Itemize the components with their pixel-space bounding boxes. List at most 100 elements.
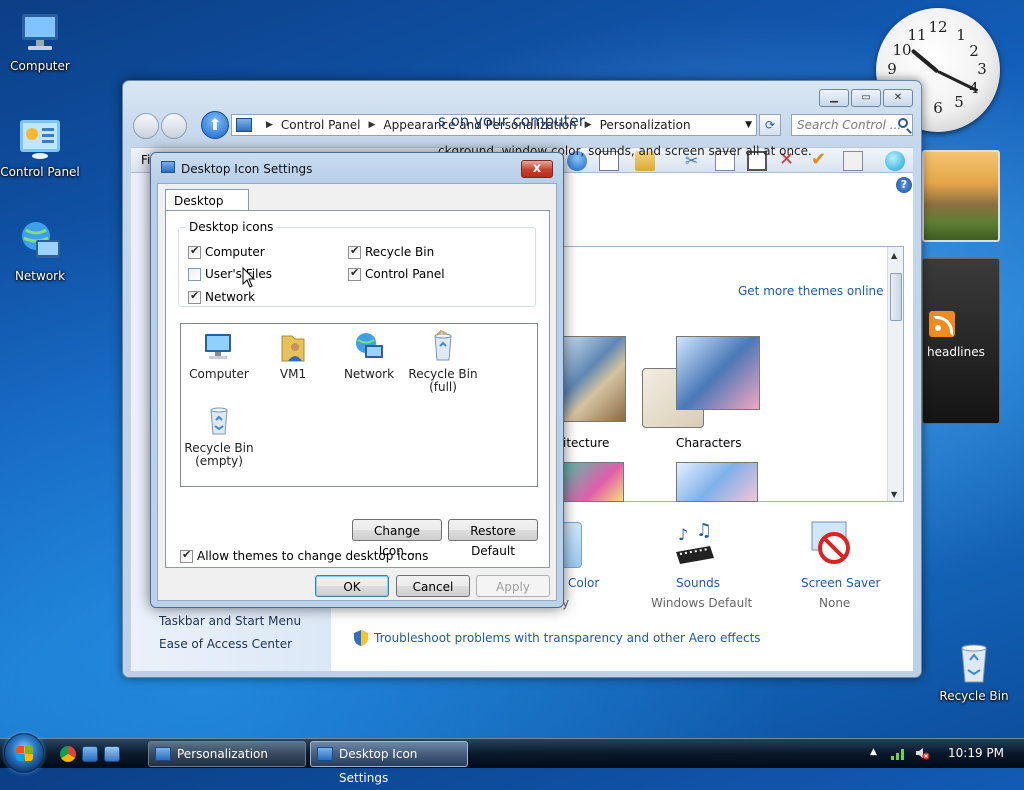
feed-label: headlines [927,345,985,359]
icon-item-label: Recycle Bin [184,441,254,455]
checkbox-unchecked-icon[interactable] [188,267,201,281]
desktop-icon-control-panel[interactable]: Control Panel [0,114,80,179]
clock-number: 2 [969,42,979,60]
switch-windows-icon[interactable] [104,746,120,762]
checkbox-checked-icon[interactable] [180,548,193,563]
theme-thumbnail[interactable] [676,462,758,502]
task-label: Personalization [177,747,268,761]
icon-item-sublabel: (full) [429,380,457,394]
checkbox-checked-icon[interactable] [188,289,201,304]
task-personalization[interactable]: Personalization [148,741,306,767]
dialog-close-button[interactable]: x [521,160,553,178]
checkbox-users-files[interactable]: User's Files [188,267,272,281]
chevron-right-icon: ▶ [266,120,273,130]
clock-number: 9 [887,60,897,78]
screen-saver-label[interactable]: Screen Saver [801,576,880,590]
checkbox-network[interactable]: Network [188,289,255,304]
task-desktop-icon-settings[interactable]: Desktop Icon Settings [310,741,468,785]
volume-muted-icon[interactable] [914,745,930,761]
network-icon [16,218,64,266]
desktop-icon-computer[interactable]: Computer [0,8,80,73]
maximize-button[interactable]: ▭ [851,89,881,107]
control-panel-small-icon [236,118,252,132]
icon-item-label: Network [343,367,395,381]
checkbox-checked-icon[interactable] [348,244,361,259]
close-button[interactable]: ✕ [883,89,913,107]
theme-thumbnail[interactable] [562,462,624,502]
color-label[interactable]: Color [568,576,599,590]
globe-icon[interactable] [885,151,905,171]
window-color-item[interactable] [564,522,582,568]
checkbox-checked-icon[interactable] [348,266,361,281]
search-icon[interactable] [898,118,908,128]
scroll-up-icon[interactable]: ▲ [891,251,897,260]
control-panel-icon [16,114,64,162]
icon-list[interactable]: Computer VM1 Network Recycle Bin (full) … [180,323,538,487]
apply-button[interactable]: Apply [476,575,550,597]
help-icon[interactable]: ? [896,177,912,193]
breadcrumb-control-panel[interactable]: Control Panel [281,118,361,132]
network-signal-icon[interactable] [890,745,906,761]
desktop-icon-network[interactable]: Network [0,218,80,283]
show-desktop-icon[interactable] [82,746,98,762]
feed-headlines-gadget[interactable]: headlines [922,258,1000,424]
back-button[interactable] [133,113,159,139]
icon-item-recycle-bin-empty[interactable]: Recycle Bin (empty) [181,404,257,468]
scrollbar[interactable]: ▲ ▼ [887,247,903,501]
checkbox-recycle-bin[interactable]: Recycle Bin [348,244,434,259]
checkbox-label: Computer [205,245,265,259]
taskbar: Personalization Desktop Icon Settings ▲ … [0,733,1024,785]
icon-item-network[interactable]: Network [331,330,407,381]
screen-saver-icon [808,520,858,570]
dialog-body: Desktop Icons Desktop icons Computer Rec… [157,183,557,601]
computer-icon [202,330,236,364]
dialog-small-icon [317,747,333,761]
up-arrow-button[interactable]: ⬆ [201,111,229,139]
chevron-right-icon: ▶ [584,120,592,130]
task-label: Desktop Icon Settings [339,747,418,785]
desktop-icon-label: Control Panel [0,165,80,179]
icon-item-sublabel: (empty) [195,454,243,468]
tab-desktop-icons[interactable]: Desktop Icons [165,189,249,222]
desktop-icon-settings-dialog[interactable]: Desktop Icon Settings x Desktop Icons De… [150,152,564,608]
svg-text:♫: ♫ [696,522,712,541]
icon-item-computer[interactable]: Computer [181,330,257,381]
scroll-down-icon[interactable]: ▼ [891,490,897,499]
theme-label: Characters [676,436,742,450]
sounds-label[interactable]: Sounds [676,576,720,590]
restore-default-button[interactable]: Restore Default [448,519,538,558]
checkbox-computer[interactable]: Computer [188,244,265,259]
ok-button[interactable]: OK [315,575,389,597]
recycle-bin-icon [950,638,998,686]
checkbox-label: Allow themes to change desktop icons [197,549,429,563]
icon-item-recycle-bin-full[interactable]: Recycle Bin (full) [405,329,481,394]
refresh-button[interactable]: ⟳ [759,114,781,136]
icon-item-vm1[interactable]: VM1 [255,330,331,381]
scrollbar-thumb[interactable] [890,273,902,321]
start-button[interactable] [4,733,44,773]
link-taskbar-start-menu[interactable]: Taskbar and Start Menu [159,614,301,628]
checkbox-allow-themes[interactable]: Allow themes to change desktop icons [180,548,429,563]
link-ease-of-access[interactable]: Ease of Access Center [159,637,292,651]
clock-time[interactable]: 10:19 PM [948,746,1004,760]
architecture-theme-thumbnail[interactable] [562,336,626,422]
tab-panel: Desktop icons Computer Recycle Bin User'… [165,210,550,568]
forward-button[interactable] [161,113,187,139]
change-icon-button[interactable]: Change Icon... [352,519,442,558]
troubleshoot-link[interactable]: Troubleshoot problems with transparency … [374,631,761,645]
menu-file[interactable]: Fi [141,153,150,167]
slideshow-gadget[interactable] [922,150,1000,242]
breadcrumb-personalization[interactable]: Personalization [600,118,691,132]
search-input[interactable]: Search Control ... [791,114,913,136]
properties-icon[interactable] [843,151,863,171]
tray-expand-icon[interactable]: ▲ [870,747,877,757]
checkbox-checked-icon[interactable] [188,244,201,259]
minimize-button[interactable]: ▁ [819,89,849,107]
get-more-themes-link[interactable]: Get more themes online [738,284,884,298]
checkbox-control-panel[interactable]: Control Panel [348,266,445,281]
cancel-button[interactable]: Cancel [396,575,470,597]
check-icon[interactable]: ✔ [811,151,831,171]
chevron-down-icon[interactable]: ▼ [745,120,752,130]
chrome-icon[interactable] [60,746,76,762]
desktop-icon-recycle-bin[interactable]: Recycle Bin [934,638,1014,703]
